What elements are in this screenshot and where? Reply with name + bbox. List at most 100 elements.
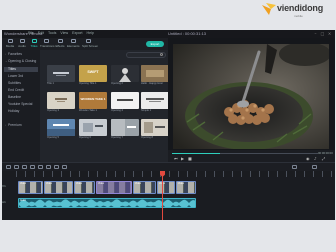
zoom-out-icon[interactable] <box>292 165 297 169</box>
sidebar-item-label: Youtube Special <box>8 102 33 106</box>
sidebar-item-opening-closing[interactable]: ⌄ Opening & Closing <box>4 59 38 64</box>
undo-icon[interactable] <box>6 165 11 169</box>
title-preview-graphic <box>144 122 165 133</box>
title-preview-graphic <box>83 123 103 132</box>
play-icon[interactable]: ▶ <box>181 156 184 161</box>
title-preview-graphic <box>47 124 75 136</box>
tab-audio[interactable]: Audio <box>16 39 28 48</box>
zoom-in-icon[interactable] <box>312 165 317 169</box>
elements-icon <box>70 39 76 43</box>
title-thumbnail[interactable] <box>111 92 139 109</box>
stop-icon[interactable]: ■ <box>188 156 192 161</box>
title-thumbnail[interactable] <box>111 65 139 82</box>
thumbnail-caption: Opening 5 <box>47 136 59 139</box>
preview-frame-image <box>173 44 329 149</box>
sidebar-item-premium[interactable]: › Premium <box>4 123 38 128</box>
crop-icon[interactable] <box>38 165 43 169</box>
title-thumbnail[interactable]: WOODEN TAKE 1 <box>79 92 107 109</box>
video-clip[interactable]: Video <box>44 181 73 194</box>
sidebar-item-end-credit[interactable]: End Credit <box>4 88 38 93</box>
thumbnail-caption: Opening 8 <box>141 136 153 139</box>
minimize-icon[interactable]: – <box>313 31 318 36</box>
playhead-line[interactable] <box>162 171 163 220</box>
audio-icon <box>19 39 25 43</box>
snapshot-icon[interactable]: ◉ <box>306 156 310 161</box>
title-thumbnail[interactable] <box>47 119 75 136</box>
previous-icon[interactable]: ⏮ <box>174 156 178 161</box>
sidebar-item-label: Baseline <box>8 95 22 99</box>
preview-video[interactable] <box>173 44 329 149</box>
split-screen-icon <box>85 39 91 43</box>
tab-transitions-label: Transitions <box>40 44 55 48</box>
sidebar-item-label: End Credit <box>8 88 25 92</box>
menu-bar: File Edit Tools View Export Help <box>28 31 94 35</box>
preview-scrubber[interactable] <box>172 153 318 154</box>
search-input[interactable] <box>126 52 166 58</box>
cut-icon[interactable] <box>30 165 35 169</box>
speed-icon[interactable] <box>46 165 51 169</box>
close-icon[interactable]: × <box>327 31 332 36</box>
video-clip[interactable]: Video <box>18 181 43 194</box>
tab-media-label: Media <box>5 44 15 48</box>
tab-media[interactable]: Media <box>4 39 16 48</box>
sidebar-item-label: Favorites <box>8 52 22 56</box>
thumbnail-caption: Title 1 <box>47 82 54 85</box>
title-thumbnail[interactable] <box>141 92 169 109</box>
color-icon[interactable] <box>54 165 59 169</box>
export-button[interactable]: Export <box>146 41 164 47</box>
video-clip[interactable]: Video <box>157 181 175 194</box>
chevron-down-icon: ⌄ <box>5 59 8 63</box>
menu-export[interactable]: Export <box>72 31 82 35</box>
title-thumbnail[interactable] <box>79 119 107 136</box>
video-clip[interactable]: Video <box>133 181 156 194</box>
sidebar-item-baseline[interactable]: Baseline <box>4 95 38 100</box>
title-thumbnail[interactable] <box>111 119 139 136</box>
tab-effects[interactable]: Effects <box>54 39 66 48</box>
title-thumbnail[interactable] <box>141 119 169 136</box>
title-thumbnail[interactable] <box>47 92 75 109</box>
redo-icon[interactable] <box>14 165 19 169</box>
editor-window: Wondershare Filmora File Edit Tools View… <box>2 30 335 220</box>
category-sidebar: › Favorites ⌄ Opening & Closing Titles Low… <box>2 50 40 162</box>
module-toolbar: Media Audio Titles Transitions Effects E… <box>2 38 168 50</box>
sidebar-item-lower-3rd[interactable]: Lower 3rd <box>4 74 38 79</box>
menu-edit[interactable]: Edit <box>38 31 44 35</box>
thumbnail-caption: Hello · Happy Hour <box>141 82 164 85</box>
fullscreen-icon[interactable]: ⤢ <box>322 156 325 161</box>
video-clip[interactable]: Video <box>96 181 132 194</box>
menu-help[interactable]: Help <box>87 31 94 35</box>
clip-caption: Video <box>20 182 27 185</box>
menu-tools[interactable]: Tools <box>48 31 56 35</box>
sidebar-item-youtube-special[interactable]: Youtube Special <box>4 102 38 107</box>
maximize-icon[interactable]: □ <box>320 31 325 36</box>
logo-bird-icon <box>262 3 276 15</box>
thumbnail-caption: Wooden Take 1 <box>79 109 97 112</box>
menu-view[interactable]: View <box>60 31 68 35</box>
video-clip[interactable]: Video <box>74 181 95 194</box>
tab-titles[interactable]: Titles <box>28 39 40 48</box>
sidebar-item-subtitles[interactable]: Subtitles <box>4 81 38 86</box>
audio-clip[interactable]: Audio <box>18 198 196 208</box>
logo-tagline: mobile <box>294 14 303 18</box>
volume-icon[interactable]: ♪ <box>314 156 317 161</box>
titles-icon <box>31 39 37 43</box>
delete-icon[interactable] <box>22 165 27 169</box>
tab-transitions[interactable]: Transitions <box>40 39 55 48</box>
title-thumbnail[interactable]: SWIFT <box>79 65 107 82</box>
audio-mixer-icon[interactable] <box>62 165 67 169</box>
menu-file[interactable]: File <box>28 31 34 35</box>
sidebar-item-favorites[interactable]: › Favorites <box>4 52 38 57</box>
sidebar-item-holiday[interactable]: Holiday <box>4 109 38 114</box>
video-clip[interactable]: Video <box>176 181 196 194</box>
brand-logo: viendidong mobile <box>262 2 334 20</box>
title-preview-graphic <box>117 99 133 101</box>
sidebar-item-titles[interactable]: Titles <box>4 67 38 72</box>
title-thumbnail[interactable] <box>47 65 75 82</box>
tab-split-screen[interactable]: Split Screen <box>82 39 98 48</box>
video-track-label: V1 <box>2 184 6 188</box>
tab-effects-label: Effects <box>55 44 65 48</box>
title-preview-graphic <box>141 65 169 82</box>
tab-elements[interactable]: Elements <box>67 39 80 48</box>
title-thumbnail[interactable] <box>141 65 169 82</box>
title-browser: Title 1 SWIFT Opening Title 1 Opening 2 … <box>40 50 169 162</box>
